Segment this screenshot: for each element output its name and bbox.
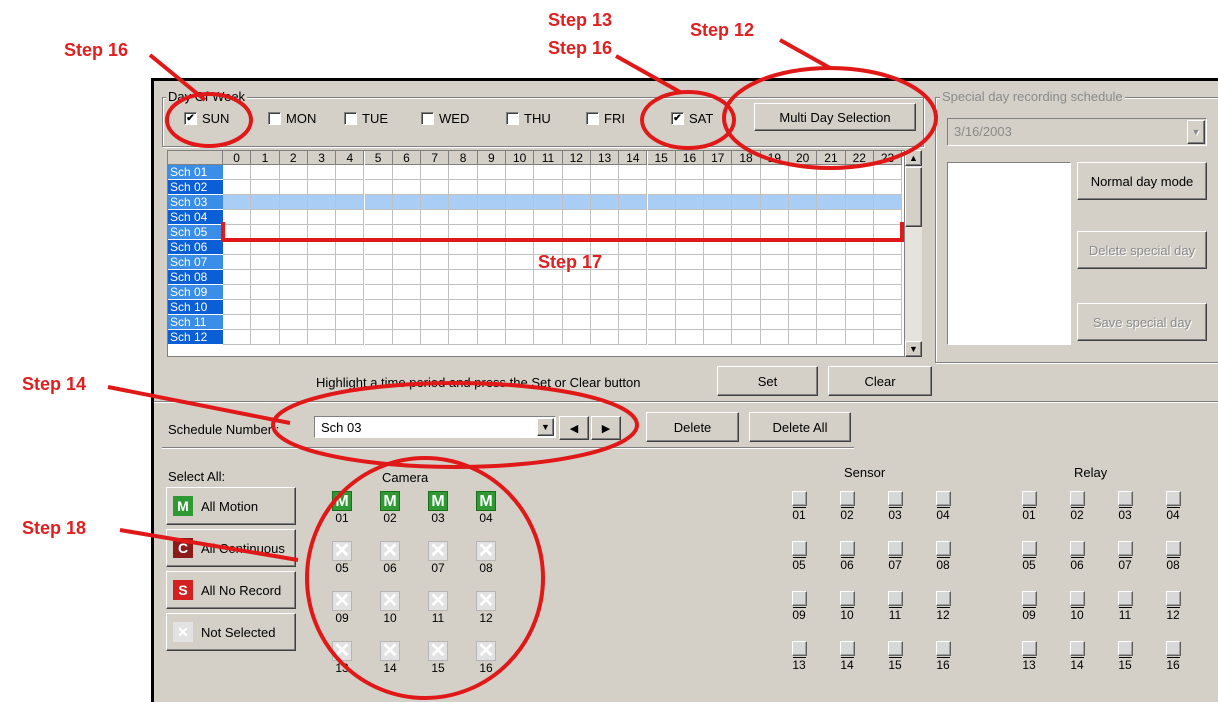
step13-label: Step 13 xyxy=(548,10,613,30)
step13-ellipse xyxy=(640,90,736,150)
step12-ellipse xyxy=(722,66,938,170)
step18-arrow xyxy=(119,528,299,562)
step16a-arrow xyxy=(148,53,207,102)
step14-label: Step 14 xyxy=(22,374,87,394)
step17-bracket xyxy=(221,222,904,242)
step16-left-label: Step 16 xyxy=(64,40,129,60)
step13-arrow xyxy=(615,54,681,94)
step14-ellipse xyxy=(271,381,639,469)
step16-ellipse xyxy=(165,92,253,148)
step18-ellipse xyxy=(305,456,545,700)
step18-label: Step 18 xyxy=(22,518,87,538)
step14-arrow xyxy=(107,385,291,425)
step12-arrow xyxy=(779,38,831,70)
step16-right-label: Step 16 xyxy=(548,38,613,58)
annotation-overlay xyxy=(107,38,938,700)
step17-label: Step 17 xyxy=(538,252,603,272)
step12-label: Step 12 xyxy=(690,20,755,40)
